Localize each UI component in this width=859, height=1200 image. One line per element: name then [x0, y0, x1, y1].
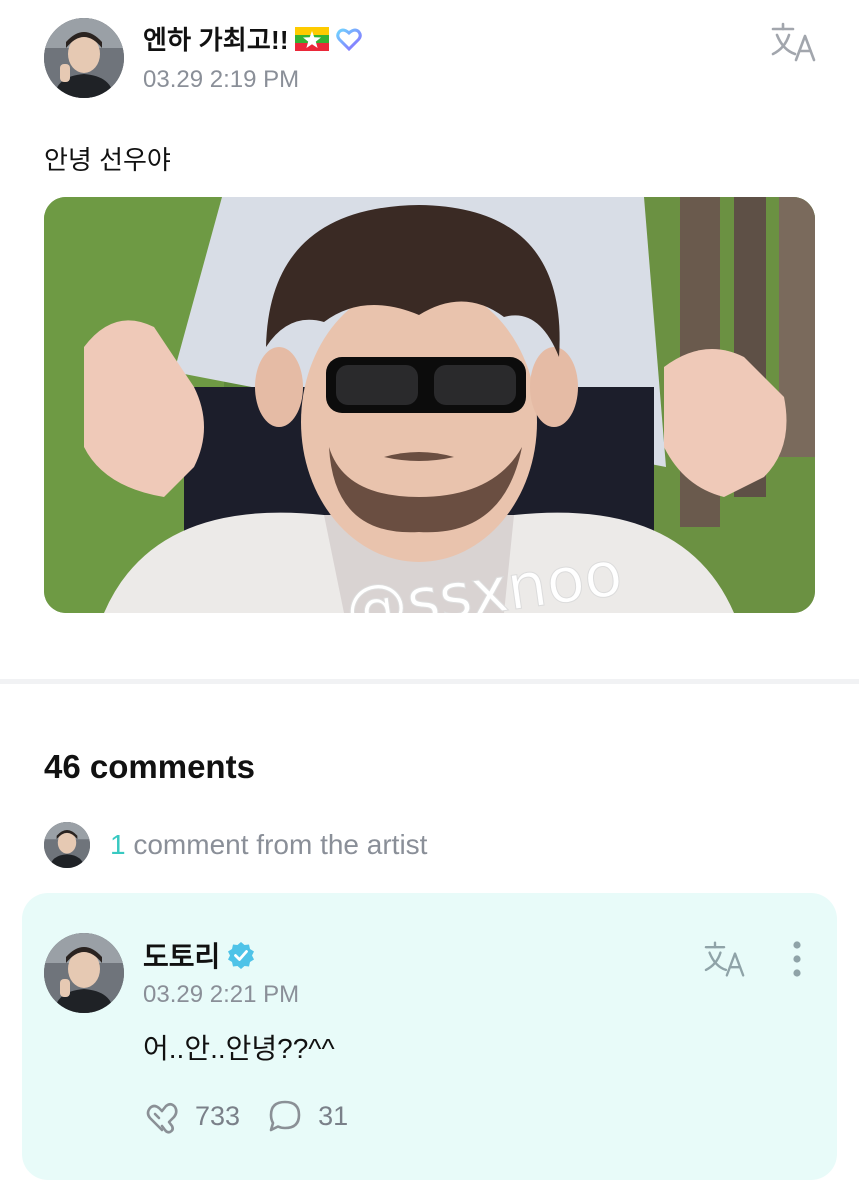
post-text: 안녕 선우야 [44, 145, 171, 175]
comment-like-button[interactable]: 733 [143, 1097, 240, 1135]
section-divider [0, 679, 859, 684]
post-translate-button[interactable] [769, 20, 819, 64]
artist-comment-card: 도토리 03.29 2:21 PM 어..안..안녕??^^ 733 31 [22, 893, 837, 1180]
myanmar-flag-icon [294, 26, 329, 51]
comment-author-avatar[interactable] [44, 933, 124, 1013]
comment-author-name[interactable]: 도토리 [143, 935, 220, 975]
comment-like-count: 733 [195, 1100, 241, 1131]
post-image[interactable]: @ssxnoo [44, 197, 815, 613]
comment-translate-button[interactable] [702, 939, 748, 979]
post-author-name[interactable]: 엔하 가최고!! [143, 20, 289, 57]
verified-badge-icon [226, 940, 256, 970]
heart-hands-icon [146, 1102, 178, 1134]
artist-avatar-small [44, 822, 90, 868]
comment-more-button[interactable] [785, 939, 809, 979]
comments-count: 46 comments [44, 748, 255, 785]
artist-comment-summary[interactable]: 1 comment from the artist [44, 822, 427, 868]
comment-time: 03.29 2:21 PM [143, 981, 300, 1008]
post-header: 엔하 가최고!! 03.29 2:19 PM [44, 18, 819, 100]
comment-stats: 733 31 [143, 1097, 348, 1135]
comment-author-line: 도토리 [143, 935, 256, 975]
post-time: 03.29 2:19 PM [143, 66, 300, 93]
artist-comment-label: comment from the artist [133, 829, 428, 860]
post-author-line: 엔하 가최고!! [143, 20, 363, 57]
speech-bubble-icon [269, 1100, 301, 1132]
translate-icon [771, 22, 816, 62]
artist-comment-summary-text: 1 comment from the artist [110, 829, 427, 861]
more-vertical-icon [793, 941, 801, 977]
comment-reply-button[interactable]: 31 [266, 1097, 348, 1135]
heart-badge-icon [335, 25, 363, 53]
comment-text: 어..안..안녕??^^ [143, 1033, 335, 1064]
translate-icon [704, 941, 745, 977]
artist-comment-count: 1 [110, 829, 126, 860]
post-author-avatar[interactable] [44, 18, 124, 98]
comment-reply-count: 31 [318, 1100, 349, 1131]
